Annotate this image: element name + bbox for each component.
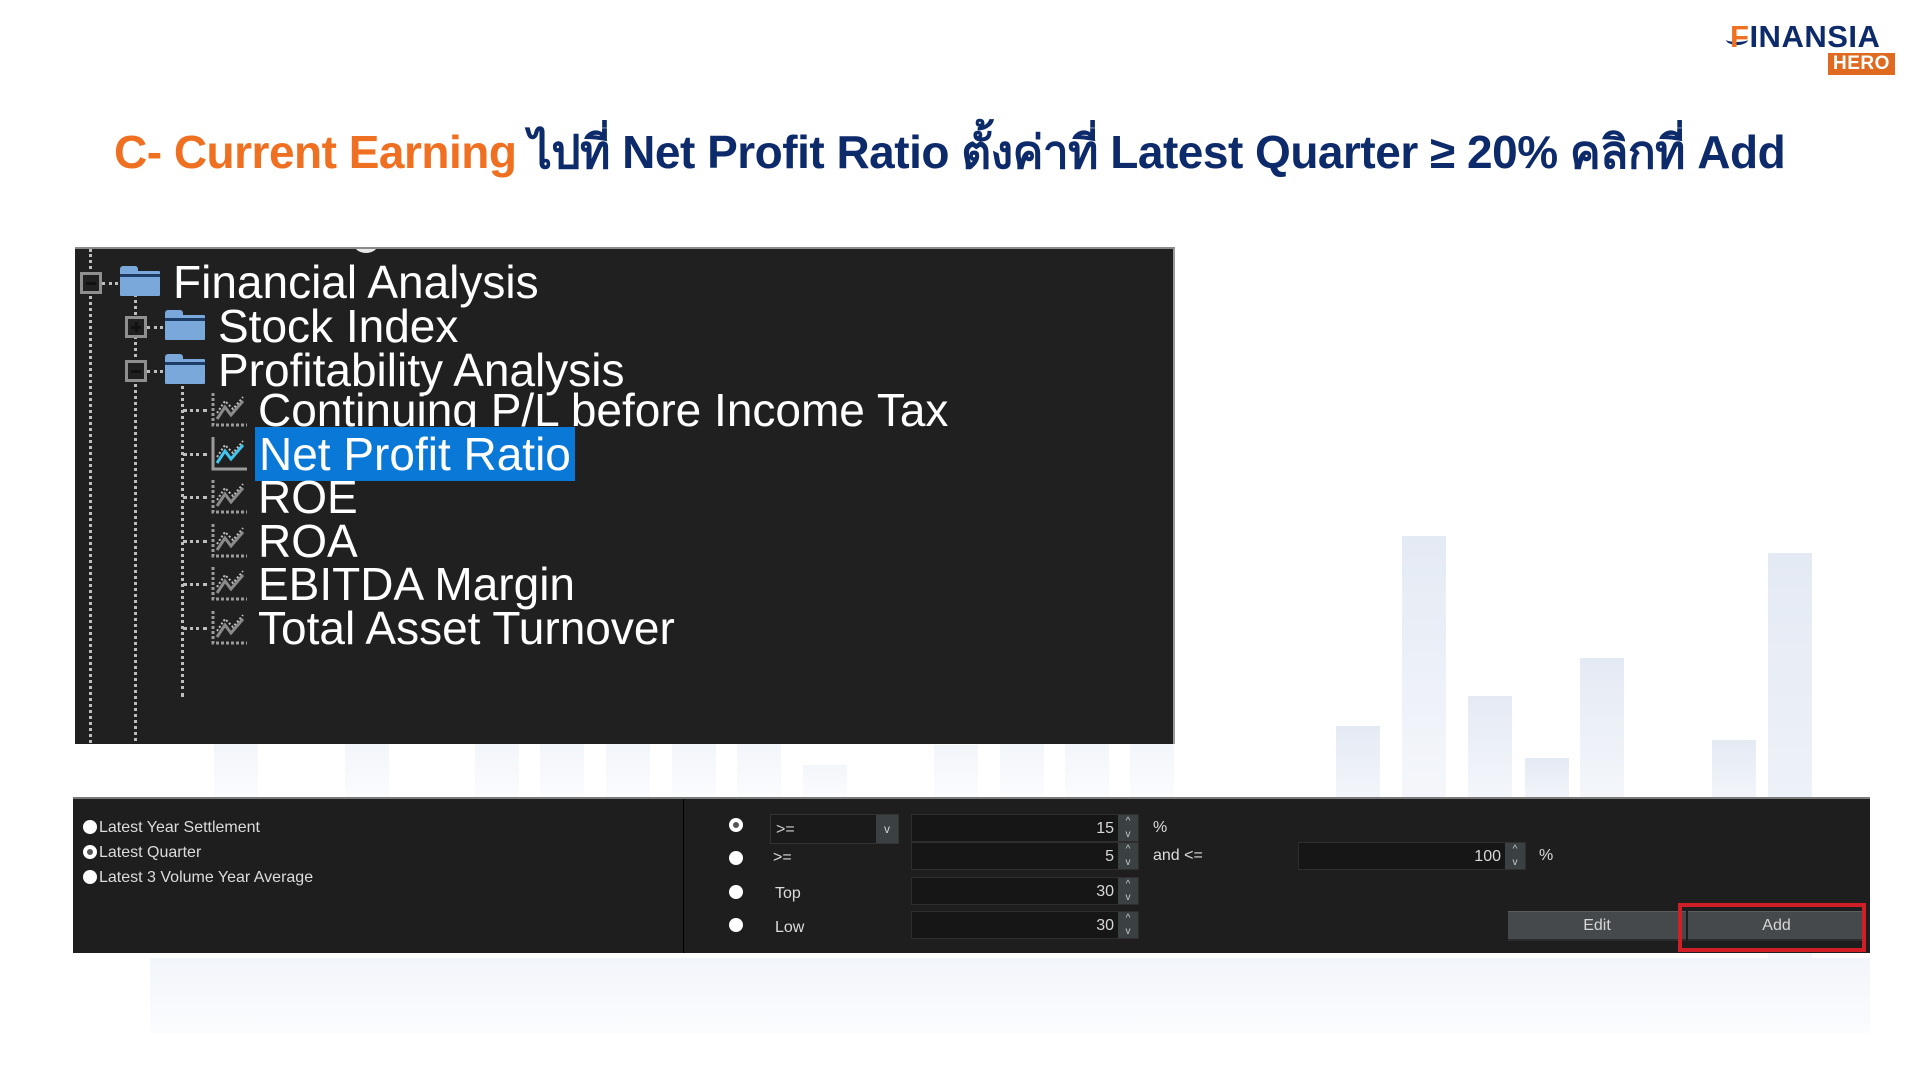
decor-bar	[1130, 742, 1174, 797]
tree-connector	[147, 326, 163, 329]
unit-percent: %	[1153, 819, 1168, 836]
tree-connector	[183, 409, 207, 412]
logo-badge: HERO	[1828, 53, 1895, 75]
stepper-up-icon[interactable]: ^	[1118, 912, 1138, 925]
title-accent: C- Current Earning	[114, 126, 517, 178]
decor-bar	[737, 742, 781, 797]
label-latest-year-settlement: Latest Year Settlement	[99, 819, 260, 836]
decor-bar	[345, 742, 389, 797]
low-label: Low	[775, 919, 805, 936]
partial-item-glyph	[351, 249, 381, 253]
tree-connector	[147, 370, 163, 373]
collapse-toggle[interactable]	[80, 272, 102, 294]
stepper-up-icon[interactable]: ^	[1118, 878, 1138, 891]
panel-divider	[683, 799, 684, 953]
edit-button[interactable]: Edit	[1508, 911, 1686, 941]
radio-latest-year-settlement[interactable]	[83, 820, 97, 834]
condition-panel: Latest Year Settlement Latest Quarter La…	[73, 797, 1870, 953]
operator-select-value: >=	[776, 821, 795, 838]
range-min-input[interactable]: 5 ^ v	[911, 842, 1139, 870]
add-button-highlight	[1678, 903, 1866, 952]
decor-bar	[1000, 742, 1044, 797]
and-lte-label: and <=	[1153, 847, 1203, 864]
decor-bar	[1065, 742, 1109, 797]
line-chart-icon	[209, 563, 253, 607]
folder-icon	[165, 354, 205, 384]
value-input-1[interactable]: 15 ^ v	[911, 814, 1139, 842]
line-chart-icon	[209, 476, 253, 520]
decor-bar	[214, 742, 258, 797]
decor-bar	[1468, 696, 1512, 806]
tree-guide-line	[134, 283, 137, 744]
radio-condition-top[interactable]	[729, 885, 743, 899]
tree-connector	[183, 539, 207, 543]
tree-connector	[183, 583, 207, 587]
tree-connector	[183, 627, 207, 630]
decor-bar	[150, 958, 1870, 1033]
collapse-toggle[interactable]	[125, 360, 147, 382]
top-label: Top	[775, 885, 801, 902]
operator-select[interactable]: >= v	[770, 814, 899, 844]
decor-bar	[934, 745, 978, 797]
range-operator-label: >=	[773, 849, 792, 866]
radio-condition-low[interactable]	[729, 918, 743, 932]
chevron-down-icon[interactable]: v	[876, 815, 898, 843]
line-chart-icon	[209, 607, 253, 651]
indicator-tree: Financial Analysis Stock Index Profitabi…	[75, 247, 1175, 744]
page-title: C- Current Earning ไปที่ Net Profit Rati…	[114, 120, 1786, 184]
tree-connector	[183, 496, 207, 500]
title-instruction: ไปที่ Net Profit Ratio ตั้งค่าที่ Latest…	[516, 126, 1786, 178]
range-max-input[interactable]: 100 ^ v	[1298, 842, 1526, 870]
radio-latest-quarter[interactable]	[83, 845, 97, 859]
radio-condition-range[interactable]	[729, 851, 743, 865]
logo-wordmark: FINANSIA	[1730, 19, 1881, 54]
label-latest-3-volume-year-average: Latest 3 Volume Year Average	[99, 869, 314, 886]
line-chart-icon	[209, 389, 253, 433]
decor-bar	[803, 765, 847, 797]
label-latest-quarter: Latest Quarter	[99, 844, 202, 861]
unit-percent: %	[1539, 847, 1554, 864]
line-chart-icon	[209, 520, 253, 564]
decor-bar	[1580, 658, 1624, 806]
tree-item-total-asset-turnover[interactable]: Total Asset Turnover	[258, 601, 675, 655]
stepper-up-icon[interactable]: ^	[1118, 815, 1138, 828]
expand-toggle[interactable]	[125, 316, 147, 338]
radio-condition-operator[interactable]	[729, 818, 743, 832]
tree-guide-line	[89, 249, 92, 744]
line-chart-icon	[209, 433, 253, 477]
stepper-down-icon[interactable]: v	[1118, 856, 1138, 869]
folder-icon	[120, 266, 160, 296]
stepper-up-icon[interactable]: ^	[1505, 843, 1525, 856]
decor-bar	[1402, 536, 1446, 806]
decor-bar	[540, 742, 584, 797]
top-count-input[interactable]: 30 ^ v	[911, 877, 1139, 905]
decor-bar	[475, 742, 519, 797]
stepper-down-icon[interactable]: v	[1118, 925, 1138, 938]
stepper-up-icon[interactable]: ^	[1118, 843, 1138, 856]
stepper-down-icon[interactable]: v	[1118, 828, 1138, 841]
decor-bar	[1336, 726, 1380, 806]
low-count-input[interactable]: 30 ^ v	[911, 911, 1139, 939]
stepper-down-icon[interactable]: v	[1505, 856, 1525, 869]
tree-connector	[183, 452, 207, 456]
folder-icon	[165, 310, 205, 340]
decor-bar	[606, 742, 650, 797]
radio-latest-3-volume-year-average[interactable]	[83, 870, 97, 884]
tree-guide-line	[181, 367, 184, 697]
finansia-hero-logo: FINANSIA HERO	[1726, 19, 1895, 76]
tree-connector	[102, 282, 118, 285]
decor-bar	[672, 742, 716, 797]
stepper-down-icon[interactable]: v	[1118, 891, 1138, 904]
